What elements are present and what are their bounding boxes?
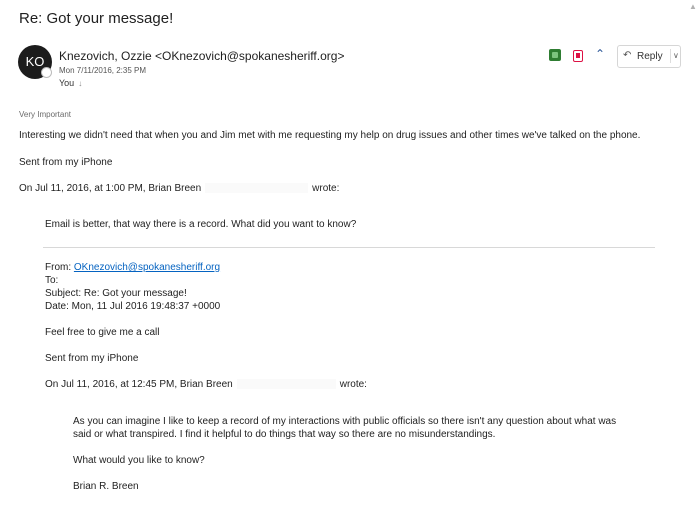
redacted-email-block [205, 183, 309, 194]
forward-to: To: [45, 275, 59, 286]
scroll-up-arrow-icon[interactable]: ▲ [688, 2, 698, 14]
recipient-row[interactable]: You ↓ [59, 78, 82, 88]
importance-label: Very Important [19, 110, 72, 119]
addin-red-icon[interactable] [573, 50, 583, 62]
reply-button[interactable]: ↶ Reply ∨ [617, 45, 681, 68]
quote1-text: Email is better, that way there is a rec… [45, 219, 357, 230]
quote3-line: As you can imagine I like to keep a reco… [73, 416, 617, 427]
quote2-intro: On Jul 11, 2016, at 12:45 PM, Brian Bree… [45, 379, 367, 390]
quote-intro: On Jul 11, 2016, at 1:00 PM, Brian Breen… [19, 183, 339, 194]
reply-button-separator [670, 49, 671, 63]
redacted-email-block [236, 379, 336, 390]
quote-intro-text: On Jul 11, 2016, at 1:00 PM, Brian Breen [19, 183, 202, 194]
addin-green-icon[interactable] [549, 49, 561, 61]
recipient-label: You [59, 78, 75, 88]
upload-caret-icon[interactable]: ⌃ [595, 47, 605, 61]
forward-from: From: OKnezovich@spokanesheriff.org [45, 262, 220, 273]
forward-date: Date: Mon, 11 Jul 2016 19:48:37 +0000 [45, 301, 221, 312]
reply-label: Reply [637, 51, 663, 62]
quote2-intro-text: On Jul 11, 2016, at 12:45 PM, Brian Bree… [45, 379, 233, 390]
quote3-signature: Brian R. Breen [73, 481, 139, 492]
presence-status-icon [41, 67, 52, 78]
reply-arrow-icon: ↶ [623, 50, 632, 61]
chevron-down-icon[interactable]: ↓ [78, 79, 82, 88]
quote3-question: What would you like to know? [73, 455, 205, 466]
body-signature: Sent from my iPhone [19, 157, 113, 168]
quote-intro-wrote: wrote: [312, 183, 340, 194]
quote2-text: Feel free to give me a call [45, 327, 160, 338]
sender-name[interactable]: Knezovich, Ozzie <OKnezovich@spokanesher… [59, 49, 344, 63]
quote2-signature: Sent from my iPhone [45, 353, 139, 364]
reply-dropdown-chevron-icon[interactable]: ∨ [673, 51, 679, 60]
quote3-line: said or what transpired. I find it helpf… [73, 429, 496, 440]
forward-from-email-link[interactable]: OKnezovich@spokanesheriff.org [74, 262, 220, 273]
quote2-intro-wrote: wrote: [339, 379, 367, 390]
body-line: Interesting we didn't need that when you… [19, 130, 641, 141]
email-date: Mon 7/11/2016, 2:35 PM [59, 66, 147, 75]
quote-divider [43, 247, 655, 248]
forward-subject: Subject: Re: Got your message! [45, 288, 187, 299]
email-subject: Re: Got your message! [19, 10, 174, 27]
forward-from-label: From: [45, 262, 74, 273]
